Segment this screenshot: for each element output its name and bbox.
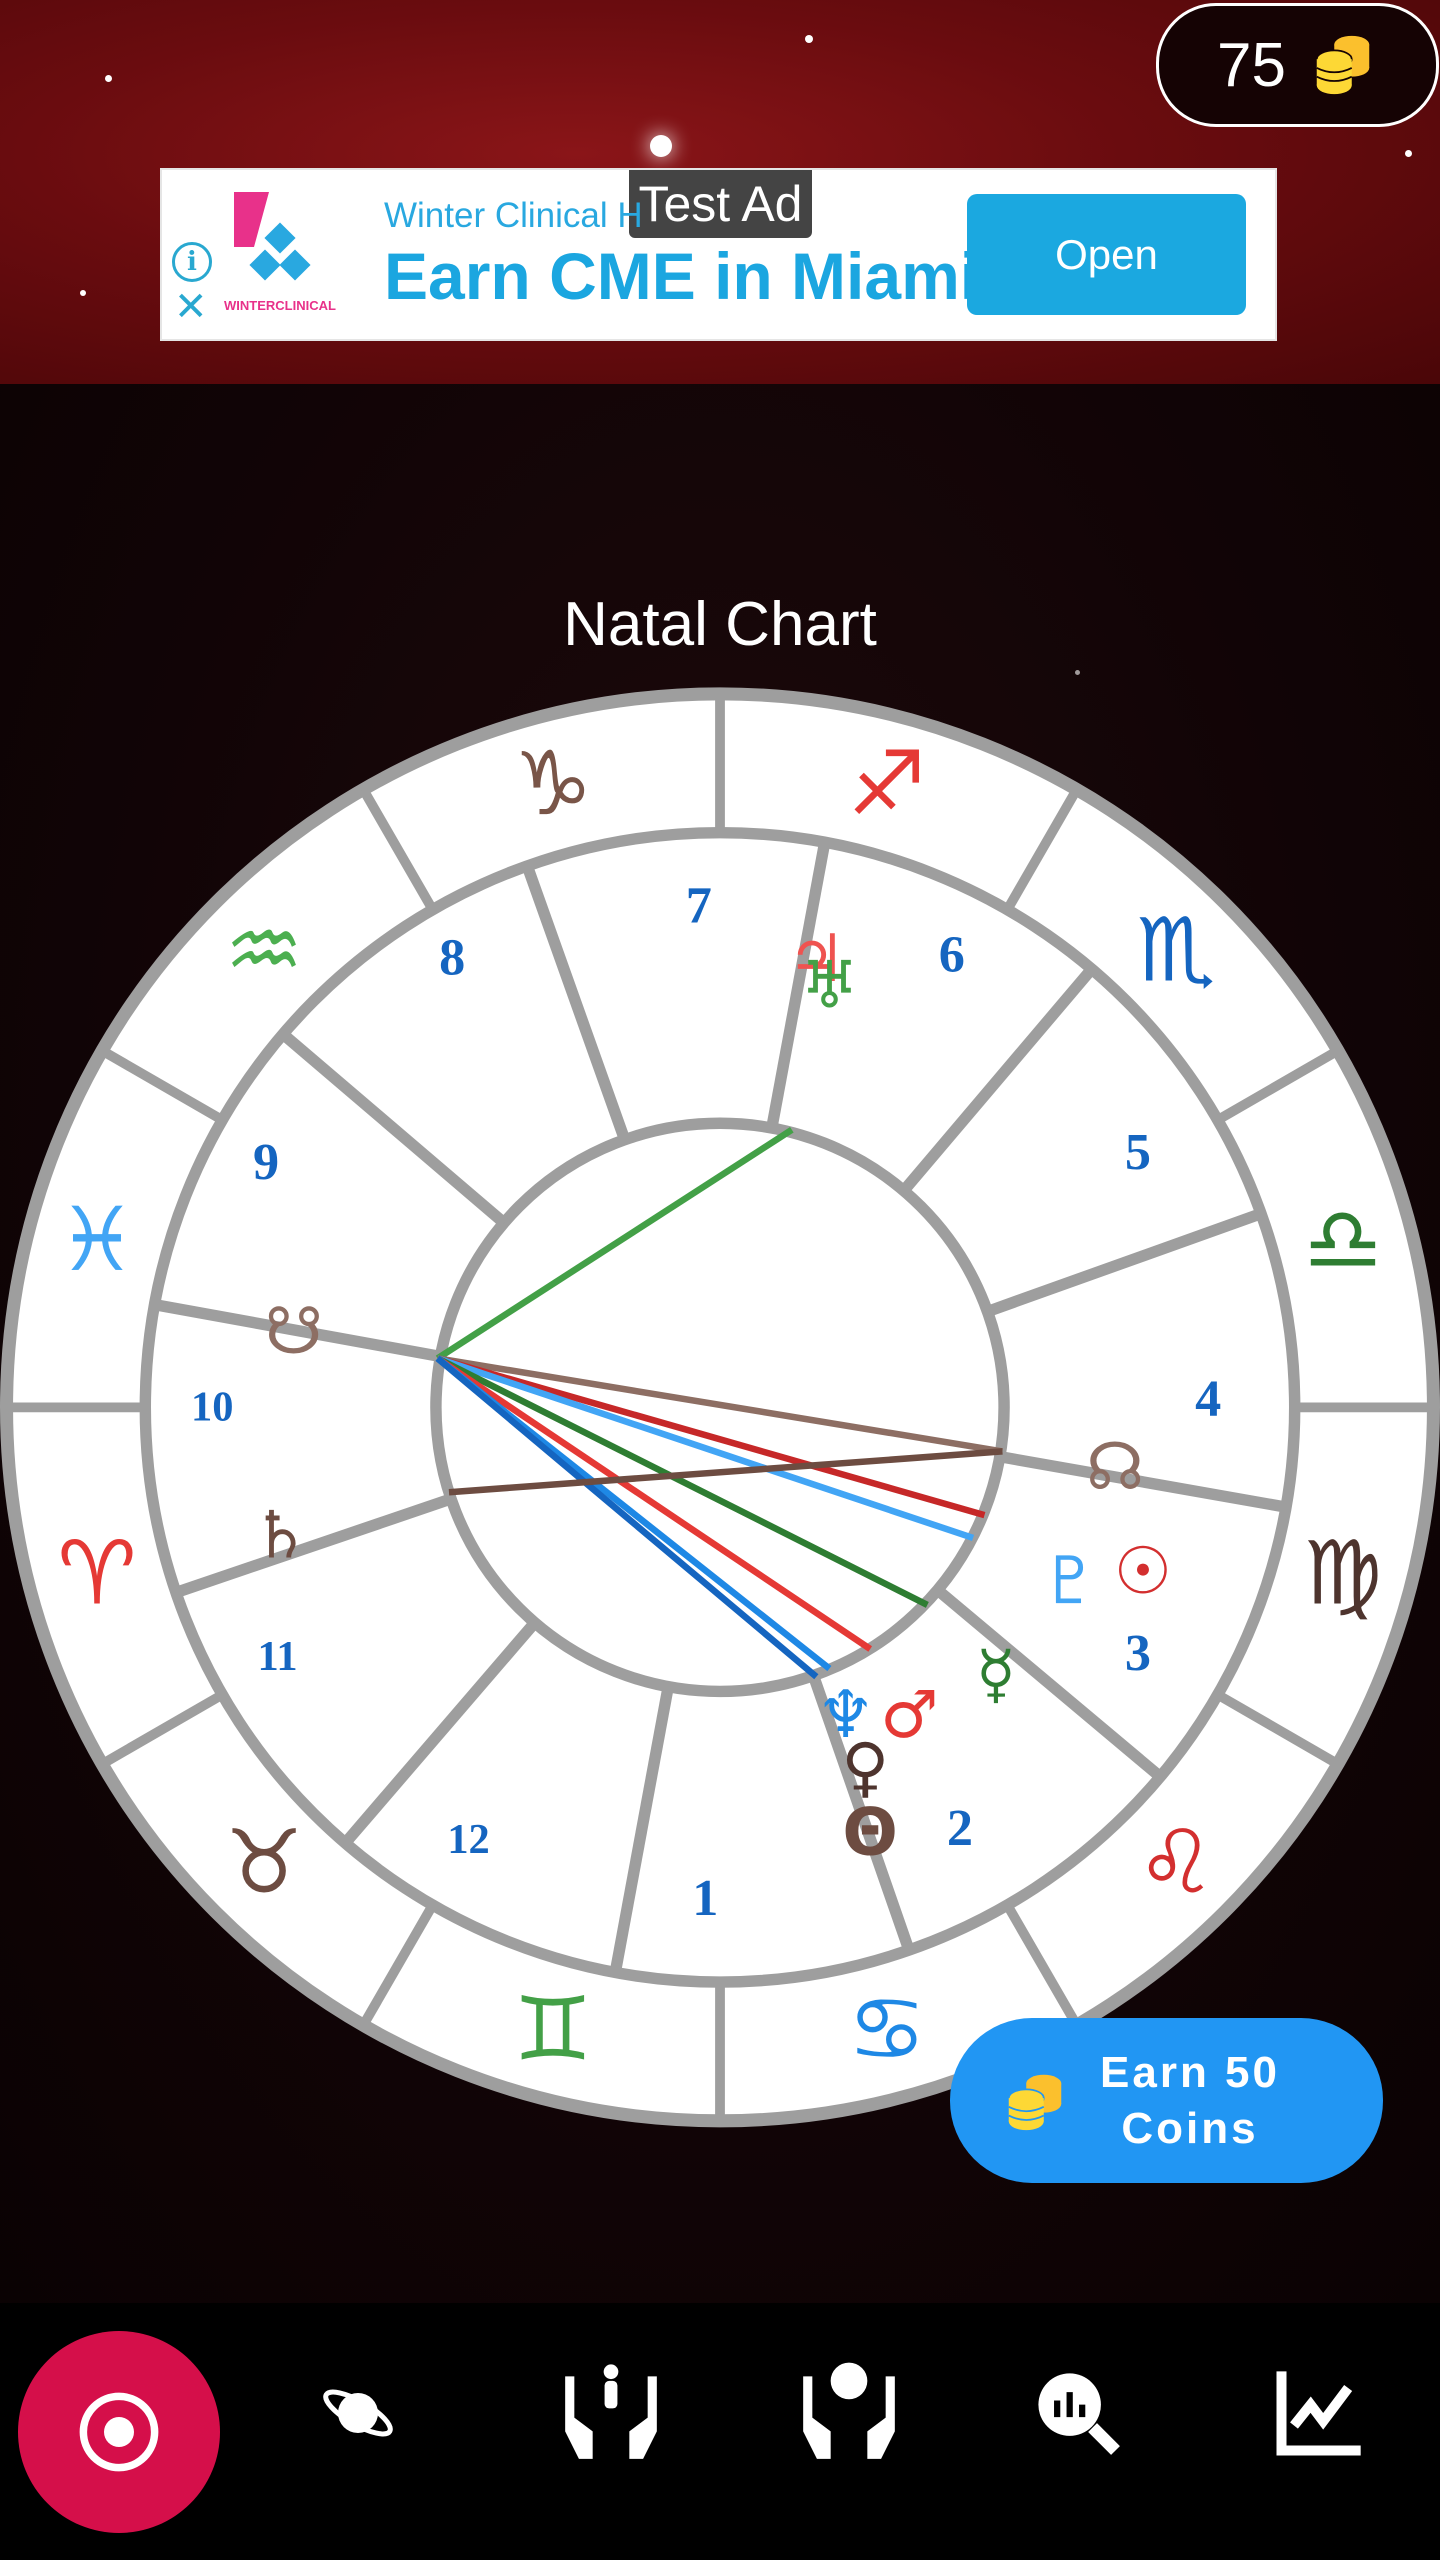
family-hands-icon — [565, 2364, 657, 2459]
nav-item-insights[interactable] — [1023, 2358, 1133, 2468]
planet-point-glyph: Θ︎ — [842, 1795, 898, 1871]
search-chart-icon — [1038, 2373, 1120, 2455]
zodiac-capricorn-glyph: ♑︎ — [514, 732, 593, 835]
zodiac-gemini-glyph: ♊︎ — [514, 1978, 593, 2081]
planet-mercury-glyph: ☿︎ — [976, 1636, 1016, 1712]
nav-item-chart-home[interactable] — [18, 2331, 220, 2533]
house-number: 2 — [947, 1799, 973, 1857]
earn-coins-button[interactable]: Earn 50 Coins — [950, 2018, 1383, 2183]
planet-icon — [323, 2389, 393, 2437]
zodiac-cancer-glyph: ♋︎ — [847, 1978, 926, 2081]
zodiac-sagittarius-glyph: ♐︎ — [847, 732, 926, 835]
nav-item-planets[interactable] — [303, 2358, 413, 2468]
house-number: 6 — [939, 925, 965, 983]
line-chart-icon — [1276, 2371, 1361, 2456]
house-number: 3 — [1125, 1624, 1151, 1682]
planet-pluto-glyph: ♇︎ — [1040, 1543, 1099, 1619]
nav-item-progressions[interactable] — [1264, 2358, 1374, 2468]
planet-sun-glyph: ☉︎ — [1114, 1533, 1173, 1609]
person-hands-icon — [803, 2362, 895, 2459]
zodiac-libra-glyph: ♎︎ — [1303, 1188, 1382, 1291]
earn-label-line2: Coins — [1121, 2103, 1259, 2153]
house-number: 11 — [257, 1633, 297, 1680]
house-number: 4 — [1195, 1370, 1221, 1428]
coin-stack-icon — [1007, 2074, 1062, 2130]
planet-saturn-glyph: ♄︎ — [252, 1498, 311, 1574]
planet-uranus-glyph: ♅︎ — [800, 947, 859, 1023]
earn-label-line1: Earn 50 — [1100, 2047, 1280, 2097]
zodiac-aquarius-glyph: ♒︎ — [224, 899, 303, 1002]
house-number: 5 — [1125, 1123, 1151, 1181]
zodiac-aries-glyph: ♈︎ — [58, 1522, 137, 1625]
target-icon — [79, 2392, 159, 2472]
planet-north-node-glyph: ☊︎ — [1086, 1429, 1144, 1505]
house-number: 1 — [692, 1869, 718, 1927]
nav-item-personal[interactable] — [794, 2358, 904, 2468]
house-number: 9 — [253, 1133, 279, 1191]
house-number: 8 — [439, 929, 465, 987]
zodiac-scorpio-glyph: ♏︎ — [1136, 899, 1215, 1002]
house-number: 12 — [447, 1816, 489, 1863]
planet-south-node-glyph: ☋︎ — [265, 1293, 323, 1369]
chart-title: Natal Chart — [563, 590, 877, 659]
house-number: 10 — [191, 1383, 233, 1430]
house-number: 7 — [686, 876, 712, 934]
zodiac-taurus-glyph: ♉︎ — [224, 1811, 303, 1914]
zodiac-leo-glyph: ♌︎ — [1136, 1811, 1215, 1914]
earn-coins-label: Earn 50 Coins — [1100, 2045, 1280, 2157]
zodiac-virgo-glyph: ♍︎ — [1303, 1522, 1382, 1625]
nav-item-relationships[interactable] — [556, 2358, 666, 2468]
zodiac-pisces-glyph: ♓︎ — [58, 1188, 137, 1291]
bottom-navigation — [0, 2303, 1440, 2560]
